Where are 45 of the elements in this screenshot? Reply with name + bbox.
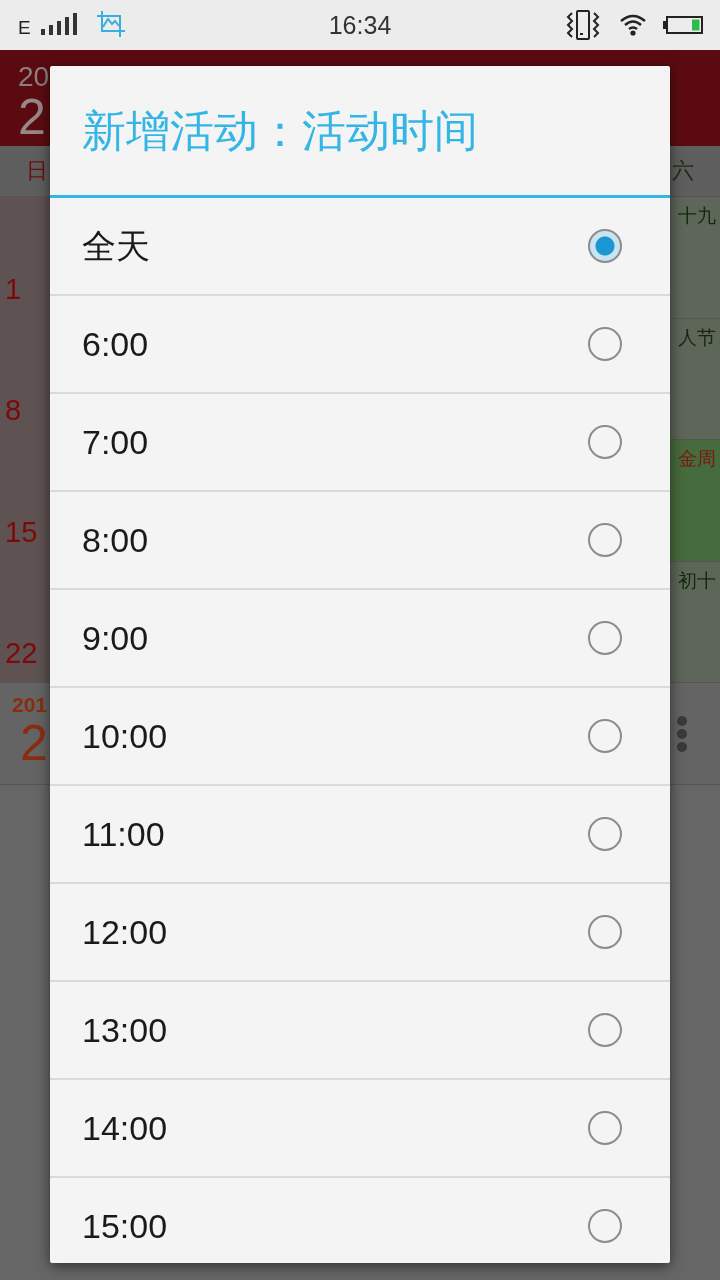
day-number: 22	[5, 638, 38, 668]
signal-icon	[40, 13, 77, 35]
option-label[interactable]: 14:00	[82, 1108, 168, 1148]
option-label[interactable]: 全天	[82, 226, 150, 266]
radio-button[interactable]	[588, 425, 622, 459]
year-text: 20	[18, 62, 48, 92]
lunar-date: 金周	[678, 447, 716, 469]
day-number: 15	[5, 516, 38, 547]
option-label[interactable]: 12:00	[82, 912, 168, 952]
option-label[interactable]: 8:00	[82, 520, 149, 560]
lunar-date: 初十	[678, 568, 716, 591]
lunar-date: 人节	[678, 325, 716, 348]
radio-button[interactable]	[588, 915, 622, 949]
clock-time: 16:34	[328, 11, 392, 39]
option-label[interactable]: 6:00	[82, 324, 149, 364]
day-number: 1	[5, 273, 22, 304]
radio-button[interactable]	[588, 229, 622, 263]
network-type: E	[18, 18, 31, 38]
wifi-icon	[620, 14, 646, 36]
weekday-label: 六	[672, 158, 694, 183]
radio-button[interactable]	[588, 1209, 622, 1243]
radio-button[interactable]	[588, 523, 622, 557]
picture-icon	[96, 11, 125, 37]
option-label[interactable]: 7:00	[82, 422, 149, 462]
year-text: 201	[12, 693, 48, 717]
day-number: 2	[20, 717, 48, 769]
option-label[interactable]: 11:00	[82, 814, 165, 854]
weekday-label: 日	[26, 158, 48, 183]
battery-icon	[663, 16, 703, 34]
radio-button[interactable]	[588, 817, 622, 851]
radio-button[interactable]	[588, 621, 622, 655]
option-label[interactable]: 15:00	[82, 1206, 168, 1246]
radio-button[interactable]	[588, 719, 622, 753]
radio-button[interactable]	[588, 327, 622, 361]
option-label[interactable]: 13:00	[82, 1010, 168, 1050]
option-label[interactable]: 10:00	[82, 716, 168, 756]
dialog-title: 新增活动：活动时间	[82, 105, 478, 156]
vibrate-icon	[566, 10, 600, 40]
option-label[interactable]: 9:00	[82, 618, 149, 658]
radio-button[interactable]	[588, 1111, 622, 1145]
month-text: 2	[18, 92, 47, 142]
day-number: 8	[5, 395, 22, 425]
lunar-date: 十九	[678, 204, 716, 226]
radio-button[interactable]	[588, 1013, 622, 1047]
more-icon[interactable]	[677, 715, 687, 752]
